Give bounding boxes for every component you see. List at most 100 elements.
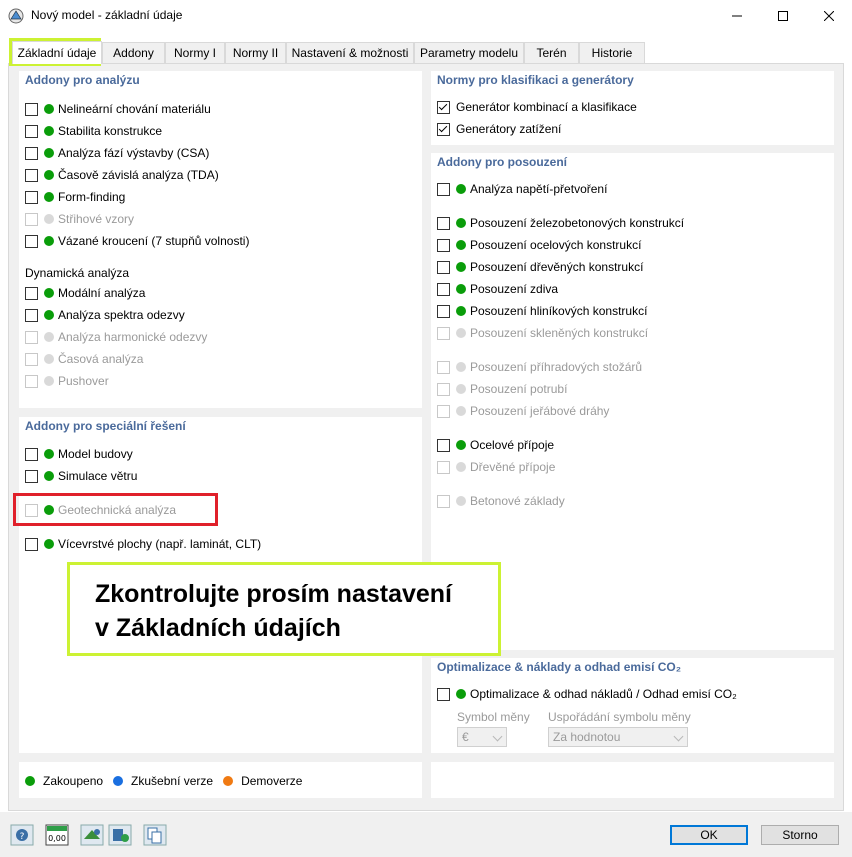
tab-normy-2[interactable]: Normy II — [225, 42, 286, 63]
tab-teren[interactable]: Terén — [524, 42, 579, 63]
addon-row[interactable]: Analýza spektra odezvy — [25, 307, 185, 323]
checkbox[interactable] — [437, 100, 450, 114]
addon-label: Posouzení potrubí — [470, 382, 568, 396]
checkbox[interactable] — [25, 102, 38, 116]
checkbox[interactable] — [25, 537, 38, 551]
model-icon[interactable] — [80, 824, 104, 846]
checkbox — [437, 404, 450, 418]
checkbox[interactable] — [437, 438, 450, 452]
addon-row[interactable]: Nelineární chování materiálu — [25, 101, 211, 117]
addon-row[interactable]: Form-finding — [25, 189, 125, 205]
license-status-dot — [44, 192, 54, 202]
addon-row[interactable]: Generátory zatížení — [437, 121, 561, 137]
license-status-dot — [456, 284, 466, 294]
checkbox[interactable] — [25, 308, 38, 322]
addon-label: Dřevěné přípoje — [470, 460, 556, 474]
checkbox — [25, 374, 38, 388]
addon-row[interactable]: Simulace větru — [25, 468, 137, 484]
minimize-button[interactable] — [714, 0, 760, 32]
checkbox[interactable] — [25, 146, 38, 160]
addon-row: Geotechnická analýza — [25, 502, 176, 518]
addon-label: Betonové základy — [470, 494, 565, 508]
license-status-dot — [456, 218, 466, 228]
addon-label: Vázané kroucení (7 stupňů volnosti) — [58, 234, 250, 248]
addon-label: Nelineární chování materiálu — [58, 102, 211, 116]
tab-normy-1[interactable]: Normy I — [165, 42, 225, 63]
checkbox[interactable] — [25, 234, 38, 248]
addon-label: Posouzení hliníkových konstrukcí — [470, 304, 648, 318]
tab-addony[interactable]: Addony — [102, 42, 165, 63]
tab-parametry-modelu[interactable]: Parametry modelu — [414, 42, 524, 63]
app-icon — [8, 8, 24, 24]
currency-symbol-label: Symbol měny — [457, 710, 530, 724]
checkbox[interactable] — [25, 190, 38, 204]
addon-row[interactable]: Posouzení ocelových konstrukcí — [437, 237, 641, 253]
checkbox — [25, 503, 38, 517]
license-status-dot — [456, 384, 466, 394]
units-icon[interactable]: 0,00 — [45, 824, 69, 846]
addon-label: Analýza harmonické odezvy — [58, 330, 208, 344]
addon-row[interactable]: Posouzení dřevěných konstrukcí — [437, 259, 643, 275]
checkbox[interactable] — [437, 687, 450, 701]
close-icon — [824, 11, 834, 21]
checkbox[interactable] — [437, 260, 450, 274]
close-button[interactable] — [806, 0, 852, 32]
checkbox[interactable] — [437, 238, 450, 252]
addon-label: Posouzení skleněných konstrukcí — [470, 326, 649, 340]
checkbox — [437, 494, 450, 508]
checkbox[interactable] — [437, 216, 450, 230]
currency-symbol-select[interactable]: € — [457, 727, 507, 747]
checkbox — [437, 326, 450, 340]
cancel-button[interactable]: Storno — [761, 825, 839, 845]
checkbox[interactable] — [25, 168, 38, 182]
addon-row[interactable]: Modální analýza — [25, 285, 145, 301]
addon-label: Posouzení zdiva — [470, 282, 559, 296]
license-status-dot — [44, 539, 54, 549]
addon-row[interactable]: Stabilita konstrukce — [25, 123, 162, 139]
addon-row[interactable]: Optimalizace & odhad nákladů / Odhad emi… — [437, 686, 737, 702]
addon-row[interactable]: Posouzení železobetonových konstrukcí — [437, 215, 684, 231]
checkbox[interactable] — [25, 124, 38, 138]
addon-row: Posouzení potrubí — [437, 381, 567, 397]
tab-nastaveni[interactable]: Nastavení & možnosti — [286, 42, 414, 63]
settings-icon[interactable] — [108, 824, 132, 846]
addon-row[interactable]: Časově závislá analýza (TDA) — [25, 167, 219, 183]
checkbox[interactable] — [25, 469, 38, 483]
addon-label: Analýza fází výstavby (CSA) — [58, 146, 210, 160]
addon-row[interactable]: Model budovy — [25, 446, 133, 462]
legend-label: Demoverze — [241, 774, 303, 788]
help-icon[interactable]: ? — [10, 824, 34, 846]
symbol-arrangement-select[interactable]: Za hodnotou — [548, 727, 688, 747]
addon-row[interactable]: Generátor kombinací a klasifikace — [437, 99, 637, 115]
checkbox — [25, 212, 38, 226]
addon-row: Betonové základy — [437, 493, 565, 509]
legend-label: Zakoupeno — [43, 774, 104, 788]
checkbox[interactable] — [25, 286, 38, 300]
svg-text:?: ? — [20, 832, 25, 842]
addon-row: Střihové vzory — [25, 211, 134, 227]
copy-icon[interactable] — [143, 824, 167, 846]
panel-title-analysis: Addony pro analýzu — [25, 73, 140, 87]
maximize-button[interactable] — [760, 0, 806, 32]
addon-row[interactable]: Posouzení hliníkových konstrukcí — [437, 303, 647, 319]
addon-row[interactable]: Analýza napětí-přetvoření — [437, 181, 607, 197]
panel-title-optimization: Optimalizace & náklady a odhad emisí CO₂ — [437, 660, 682, 674]
addon-row[interactable]: Posouzení zdiva — [437, 281, 558, 297]
checkbox[interactable] — [437, 304, 450, 318]
callout-line-1: Zkontrolujte prosím nastavení — [95, 580, 453, 608]
addon-label: Posouzení ocelových konstrukcí — [470, 238, 642, 252]
addon-row[interactable]: Vícevrstvé plochy (např. laminát, CLT) — [25, 536, 261, 552]
addon-row[interactable]: Ocelové přípoje — [437, 437, 554, 453]
addon-row[interactable]: Vázané kroucení (7 stupňů volnosti) — [25, 233, 249, 249]
checkbox[interactable] — [437, 182, 450, 196]
tab-zakladni-udaje[interactable]: Základní údaje — [12, 41, 102, 64]
checkbox[interactable] — [437, 282, 450, 296]
checkbox[interactable] — [437, 122, 450, 136]
addon-label: Časově závislá analýza (TDA) — [58, 168, 219, 182]
tab-historie[interactable]: Historie — [579, 42, 645, 63]
window-title: Nový model - základní údaje — [31, 8, 183, 22]
ok-button[interactable]: OK — [670, 825, 748, 845]
checkbox[interactable] — [25, 447, 38, 461]
addon-row[interactable]: Analýza fází výstavby (CSA) — [25, 145, 209, 161]
addon-row: Posouzení jeřábové dráhy — [437, 403, 609, 419]
